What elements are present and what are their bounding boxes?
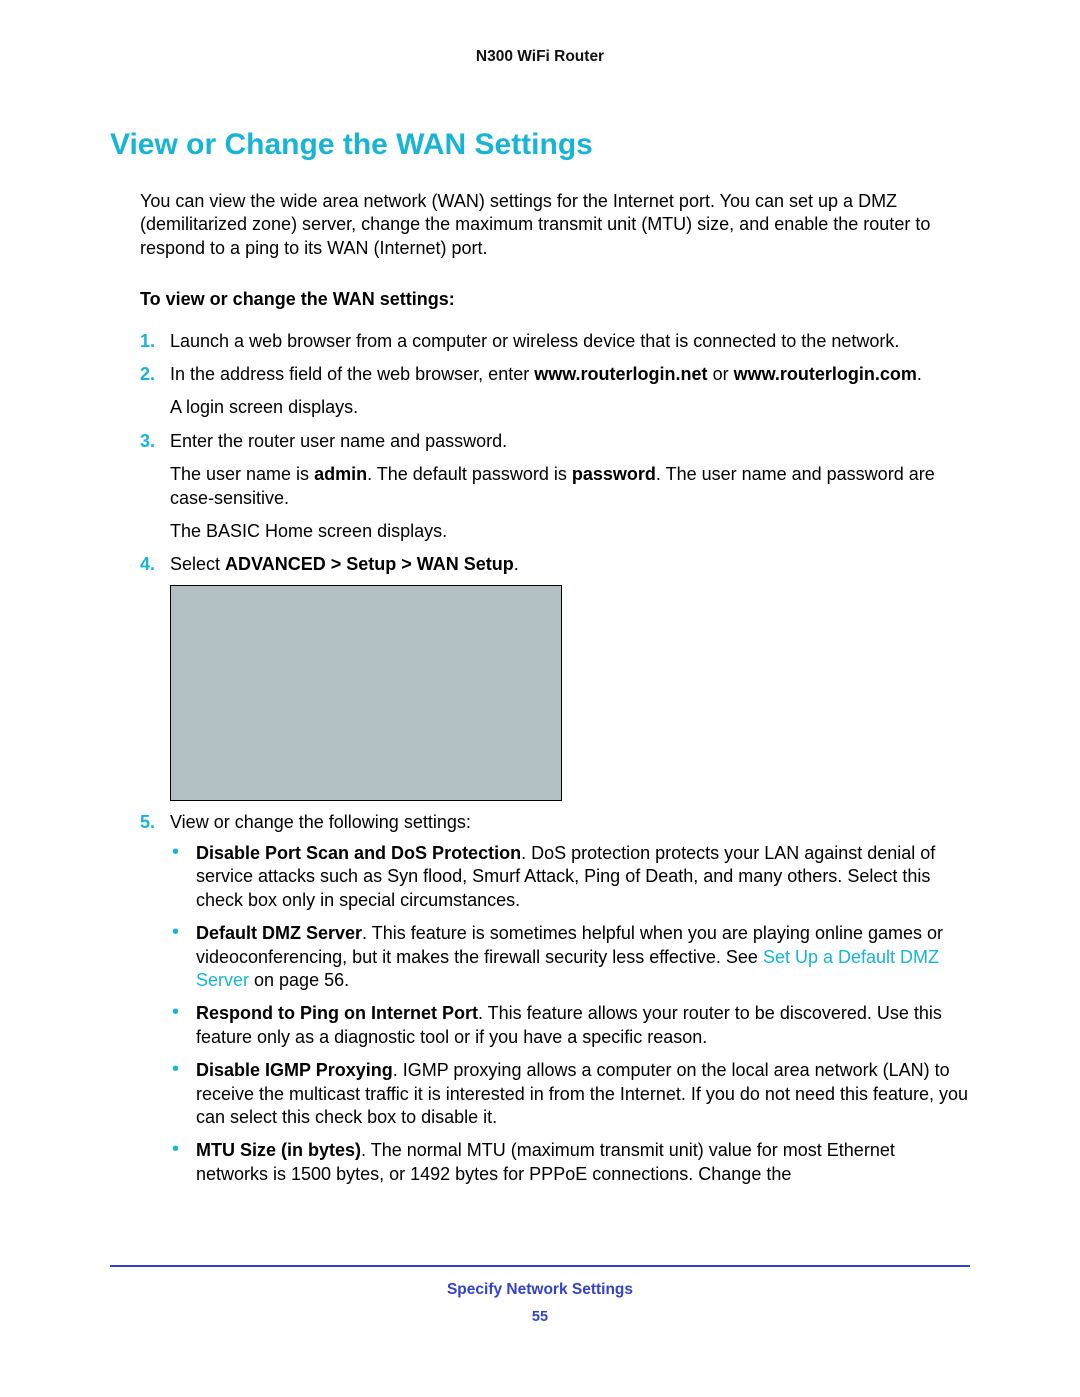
page-footer: Specify Network Settings 55 — [110, 1265, 970, 1325]
step-1: 1. Launch a web browser from a computer … — [140, 330, 970, 353]
step-text: Launch a web browser from a computer or … — [170, 330, 970, 353]
body-content: You can view the wide area network (WAN)… — [140, 190, 970, 1186]
menu-path: ADVANCED > Setup > WAN Setup — [225, 554, 514, 574]
procedure-heading: To view or change the WAN settings: — [140, 288, 970, 311]
text-fragment: In the address field of the web browser,… — [170, 364, 534, 384]
credential-value: password — [572, 464, 656, 484]
step-text: View or change the following settings: — [170, 811, 970, 834]
setting-item: MTU Size (in bytes). The normal MTU (max… — [170, 1139, 970, 1186]
setting-item: Disable Port Scan and DoS Protection. Do… — [170, 842, 970, 912]
setting-name: Respond to Ping on Internet Port — [196, 1003, 478, 1023]
text-fragment: Select — [170, 554, 225, 574]
document-page: N300 WiFi Router View or Change the WAN … — [0, 0, 1080, 1397]
setting-name: Disable IGMP Proxying — [196, 1060, 393, 1080]
credential-value: admin — [314, 464, 367, 484]
settings-list: Disable Port Scan and DoS Protection. Do… — [170, 842, 970, 1186]
text-fragment: . The default password is — [367, 464, 572, 484]
text-fragment: The user name is — [170, 464, 314, 484]
setting-item: Default DMZ Server. This feature is some… — [170, 922, 970, 992]
screenshot-placeholder — [170, 585, 562, 801]
setting-name: Disable Port Scan and DoS Protection — [196, 843, 521, 863]
setting-description: on page 56. — [249, 970, 349, 990]
text-fragment: or — [708, 364, 734, 384]
step-number: 4. — [140, 553, 155, 576]
step-5: 5. View or change the following settings… — [140, 811, 970, 1186]
footer-page-number: 55 — [110, 1309, 970, 1325]
step-number: 2. — [140, 363, 155, 386]
step-number: 1. — [140, 330, 155, 353]
footer-chapter-title: Specify Network Settings — [110, 1281, 970, 1299]
step-followup: The BASIC Home screen displays. — [170, 520, 970, 543]
step-2: 2. In the address field of the web brows… — [140, 363, 970, 420]
header-product-name: N300 WiFi Router — [110, 48, 970, 66]
url-text: www.routerlogin.net — [534, 364, 707, 384]
text-fragment: . — [514, 554, 519, 574]
step-followup: The user name is admin. The default pass… — [170, 463, 970, 510]
procedure-steps: 1. Launch a web browser from a computer … — [140, 330, 970, 1187]
setting-item: Disable IGMP Proxying. IGMP proxying all… — [170, 1059, 970, 1129]
step-text: Enter the router user name and password. — [170, 430, 970, 453]
url-text: www.routerlogin.com — [734, 364, 917, 384]
setting-name: Default DMZ Server — [196, 923, 362, 943]
step-text: Select ADVANCED > Setup > WAN Setup. — [170, 553, 970, 576]
step-3: 3. Enter the router user name and passwo… — [140, 430, 970, 544]
setting-name: MTU Size (in bytes) — [196, 1140, 361, 1160]
intro-paragraph: You can view the wide area network (WAN)… — [140, 190, 970, 260]
section-heading: View or Change the WAN Settings — [110, 128, 970, 162]
step-number: 3. — [140, 430, 155, 453]
setting-item: Respond to Ping on Internet Port. This f… — [170, 1002, 970, 1049]
text-fragment: . — [917, 364, 922, 384]
step-followup: A login screen displays. — [170, 396, 970, 419]
step-4: 4. Select ADVANCED > Setup > WAN Setup. — [140, 553, 970, 800]
step-number: 5. — [140, 811, 155, 834]
step-text: In the address field of the web browser,… — [170, 363, 970, 386]
